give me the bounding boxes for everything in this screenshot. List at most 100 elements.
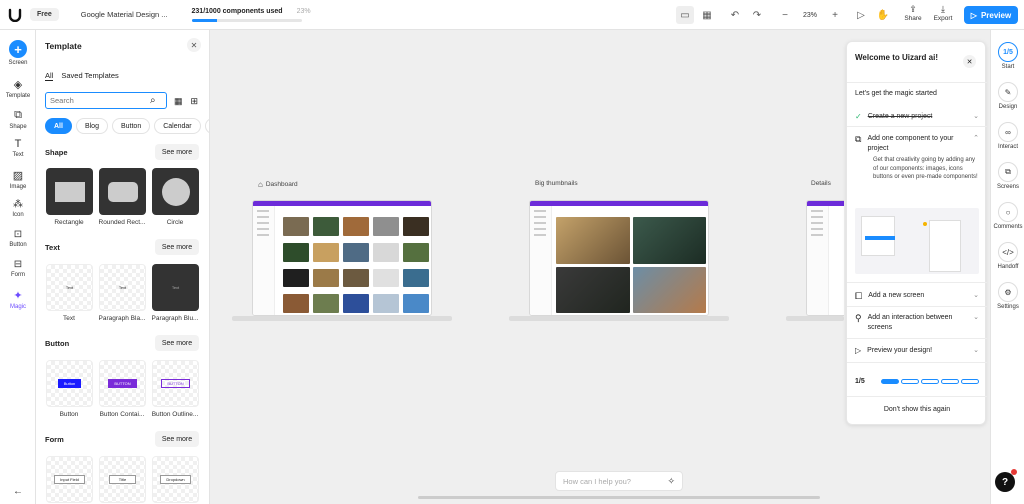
rail-item-icon[interactable]: ⁂ Icon [0, 199, 36, 218]
rail-item-shape[interactable]: ⧉ Shape [0, 109, 36, 130]
rail-item-template[interactable]: ◈ Template [0, 78, 36, 99]
tile-label: Button [59, 411, 79, 418]
step-add-screen[interactable]: ⧠ Add a new screen ⌄ [855, 291, 979, 301]
collapse-arrow-icon[interactable]: ← [0, 486, 36, 497]
undo-icon[interactable]: ↶ [726, 6, 744, 24]
step-create-project[interactable]: ✓ Create a new project ⌄ [855, 112, 979, 122]
rail-label: Form [11, 272, 25, 278]
step-preview-design[interactable]: ▷ Preview your design! ⌄ [855, 346, 979, 356]
chip-button[interactable]: Button [111, 118, 151, 134]
tile-rounded-rectangle[interactable] [99, 168, 146, 215]
right-rail: 1/5 Start ✎ Design ∞ Interact ⧉ Screens … [990, 30, 1024, 504]
preview-button[interactable]: ▷ Preview [964, 6, 1018, 24]
tile-circle[interactable] [152, 168, 199, 215]
screen-big-thumbnails[interactable] [529, 200, 709, 316]
history-group: ↶ ↷ [726, 6, 766, 24]
rail-item-comments[interactable]: ○ Comments [991, 202, 1024, 230]
tile-button-outlined[interactable]: BUTTON [152, 360, 199, 407]
frame-label-dashboard[interactable]: ⌂ Dashboard [258, 180, 298, 189]
divider [847, 282, 987, 283]
rail-label: Magic [9, 304, 26, 310]
grid-large-icon[interactable]: ⊞ [191, 96, 199, 107]
tile-input-field[interactable]: Input Field [46, 456, 93, 503]
design-canvas[interactable]: ⌂ Dashboard Big thumbnails Details [210, 30, 844, 504]
step-add-interaction[interactable]: ⚲ Add an interaction between screens ⌄ [855, 313, 979, 333]
export-button[interactable]: ⤓ Export [930, 4, 956, 22]
ai-prompt-input[interactable]: How can I help you? ✧ [555, 471, 683, 491]
section-title-text: Text [45, 243, 60, 252]
rail-item-design[interactable]: ✎ Design [991, 82, 1024, 110]
hand-tool-icon[interactable]: ✋ [874, 6, 892, 24]
chip-all[interactable]: All [45, 118, 72, 134]
frame-label-big-thumbnails[interactable]: Big thumbnails [535, 180, 578, 187]
screen-sidebar [807, 206, 829, 315]
step-add-component[interactable]: ⧉ Add one component to your project ⌃ [855, 134, 979, 154]
tile-rectangle[interactable] [46, 168, 93, 215]
rail-item-handoff[interactable]: </> Handoff [991, 242, 1024, 270]
search-icon[interactable]: ⌕ [150, 95, 156, 106]
chip-blog[interactable]: Blog [75, 118, 108, 134]
see-more-text-button[interactable]: See more [155, 239, 199, 255]
tile-text[interactable]: Text [46, 264, 93, 311]
help-button[interactable]: ? [995, 472, 1015, 492]
tile-paragraph-blue[interactable]: Text [152, 264, 199, 311]
see-more-form-button[interactable]: See more [155, 431, 199, 447]
screen-details[interactable] [806, 200, 844, 316]
see-more-button-button[interactable]: See more [155, 335, 199, 351]
cursor-tool-icon[interactable]: ▷ [852, 6, 870, 24]
tile-label: Paragraph Blu... [151, 315, 199, 322]
button-sample: BUTTON [108, 379, 137, 388]
chip-calendar[interactable]: Calendar [154, 118, 201, 134]
usage-bar-fill [191, 18, 217, 22]
close-icon[interactable]: ✕ [963, 55, 976, 68]
thumbnail [313, 268, 339, 288]
play-icon: ▷ [855, 346, 862, 355]
device-stand [232, 316, 452, 321]
step-description: Get that creativity going by adding any … [873, 157, 978, 180]
thumbnail [343, 217, 369, 236]
rail-item-screens[interactable]: ⧉ Screens [991, 162, 1024, 190]
progress-segment [920, 379, 939, 384]
frame-label-details[interactable]: Details [811, 180, 831, 187]
zoom-level[interactable]: 23% [798, 12, 822, 19]
tile-button-contained[interactable]: BUTTON [99, 360, 146, 407]
screen-dashboard[interactable] [252, 200, 432, 316]
rail-item-form[interactable]: ⊟ Form [0, 259, 36, 278]
rail-item-settings[interactable]: ⚙ Settings [991, 282, 1024, 310]
rail-item-interact[interactable]: ∞ Interact [991, 122, 1024, 150]
icon-grid-icon: ⁂ [13, 199, 23, 210]
tab-saved-templates[interactable]: Saved Templates [61, 71, 118, 81]
tab-all[interactable]: All [45, 71, 54, 81]
uizard-logo-icon[interactable] [0, 0, 30, 30]
tile-button[interactable]: Button [46, 360, 93, 407]
zoom-in-icon[interactable]: + [826, 6, 844, 24]
circle-shape [161, 177, 190, 206]
zoom-out-icon[interactable]: − [776, 6, 794, 24]
desktop-view-icon[interactable]: ▭ [676, 6, 694, 24]
horizontal-scrollbar[interactable] [418, 496, 820, 499]
grid-small-icon[interactable]: ▦ [174, 96, 183, 107]
tile-title-field[interactable]: Title [99, 456, 146, 503]
close-icon[interactable]: ✕ [187, 38, 201, 52]
tile-dropdown[interactable]: Dropdown [152, 456, 199, 503]
rail-item-button[interactable]: ⊡ Button [0, 229, 36, 248]
tile-paragraph-black[interactable]: Text [99, 264, 146, 311]
search-input[interactable] [50, 96, 150, 105]
rail-item-text[interactable]: T Text [0, 138, 36, 158]
redo-icon[interactable]: ↷ [748, 6, 766, 24]
thumbnail [373, 268, 399, 288]
rail-item-magic[interactable]: ✦ Magic [0, 289, 36, 310]
step-label: Add an interaction between screens [867, 314, 953, 331]
project-name[interactable]: Google Material Design ... [73, 6, 176, 23]
interaction-icon: ⚲ [855, 313, 862, 323]
sparkle-icon[interactable]: ✧ [667, 476, 675, 487]
rail-item-start[interactable]: 1/5 Start [991, 42, 1024, 70]
dont-show-again-button[interactable]: Don't show this again [847, 406, 987, 413]
comment-icon: ○ [998, 202, 1018, 222]
share-button[interactable]: ⇪ Share [900, 4, 926, 22]
rail-label: Comments [993, 224, 1023, 230]
grid-view-icon[interactable]: ▦ [698, 6, 716, 24]
rail-item-screen[interactable]: + Screen [0, 40, 36, 66]
see-more-shape-button[interactable]: See more [155, 144, 199, 160]
rail-item-image[interactable]: ▨ Image [0, 169, 36, 190]
